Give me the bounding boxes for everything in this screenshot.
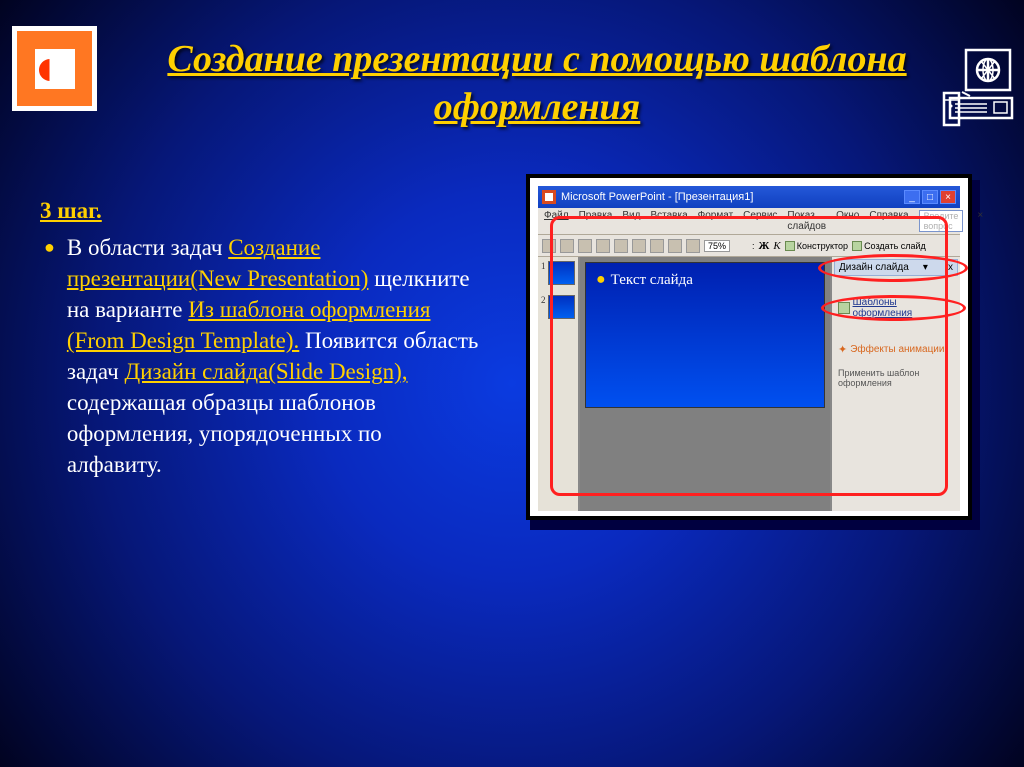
slide-bullet-icon: ● xyxy=(596,271,606,288)
current-slide[interactable]: ● Текст слайда xyxy=(585,262,825,408)
slide-title: Создание презентации с помощью шаблона о… xyxy=(150,36,924,131)
close-button[interactable]: × xyxy=(940,190,956,204)
body-paragraph: В области задач Создание презентации(New… xyxy=(67,232,480,480)
maximize-button[interactable]: □ xyxy=(922,190,938,204)
text-fragment: содержащая образцы шаблонов оформления, … xyxy=(67,390,382,477)
print-icon[interactable] xyxy=(596,239,610,253)
new-slide-button[interactable]: Создать слайд xyxy=(852,241,926,251)
designer-button[interactable]: Конструктор xyxy=(785,241,848,251)
slide-placeholder-text: Текст слайда xyxy=(611,272,693,288)
thumb-number: 2 xyxy=(541,295,546,305)
save-icon[interactable] xyxy=(578,239,592,253)
content-area: 1 2 ● Текст слайда Дизайн слайда ▾ x xyxy=(538,257,960,511)
slide-thumbnail[interactable] xyxy=(548,295,576,319)
menu-edit[interactable]: Правка xyxy=(579,210,613,232)
thumbnail-panel: 1 2 xyxy=(538,257,580,511)
body-text: 3 шаг. ● В области задач Создание презен… xyxy=(40,195,480,480)
tool-icon[interactable] xyxy=(668,239,682,253)
zoom-box[interactable]: 75% xyxy=(704,240,730,252)
animation-link: Эффекты анимации xyxy=(850,344,944,355)
window-titlebar: Microsoft PowerPoint - [Презентация1] _ … xyxy=(538,186,960,208)
task-pane-apply-label: Применить шаблон оформления xyxy=(834,365,958,391)
bullet-icon: ● xyxy=(44,232,55,480)
powerpoint-logo xyxy=(12,26,97,111)
powerpoint-logo-inner xyxy=(35,49,75,89)
menu-window[interactable]: Окно xyxy=(836,210,859,232)
task-pane-item-animation[interactable]: ✦Эффекты анимации xyxy=(834,340,958,359)
task-pane-title: Дизайн слайда xyxy=(839,262,909,273)
window-title: Microsoft PowerPoint - [Презентация1] xyxy=(561,191,753,203)
menu-bar: Файл Правка Вид Вставка Формат Сервис По… xyxy=(538,208,960,235)
menu-file[interactable]: Файл xyxy=(544,210,569,232)
open-icon[interactable] xyxy=(560,239,574,253)
tool-icon[interactable] xyxy=(614,239,628,253)
embedded-screenshot: Microsoft PowerPoint - [Презентация1] _ … xyxy=(526,174,972,520)
tool-icon[interactable] xyxy=(686,239,700,253)
app-mini-icon xyxy=(542,190,556,204)
toolbar: 75% : Ж К Конструктор Создать слайд xyxy=(538,235,960,257)
bold-button[interactable]: Ж xyxy=(759,240,770,252)
menu-view[interactable]: Вид xyxy=(622,210,640,232)
italic-button[interactable]: К xyxy=(773,240,780,252)
menu-insert[interactable]: Вставка xyxy=(650,210,687,232)
task-pane-item-templates[interactable]: Шаблоны оформления xyxy=(834,294,958,322)
tool-icon[interactable] xyxy=(632,239,646,253)
link-slide-design: Дизайн слайда(Slide Design), xyxy=(124,359,407,384)
tool-icon[interactable] xyxy=(650,239,664,253)
menu-tools[interactable]: Сервис xyxy=(743,210,777,232)
thumb-number: 1 xyxy=(541,261,546,271)
minimize-button[interactable]: _ xyxy=(904,190,920,204)
slide-editor: ● Текст слайда xyxy=(580,257,830,511)
step-label: 3 шаг. xyxy=(40,195,480,226)
computer-icon xyxy=(942,48,1014,128)
templates-link: Шаблоны оформления xyxy=(853,297,954,319)
menu-help[interactable]: Справка xyxy=(869,210,908,232)
menu-slideshow[interactable]: Показ слайдов xyxy=(787,210,826,232)
task-pane: Дизайн слайда ▾ x Шаблоны оформления ✦Эф… xyxy=(830,257,960,511)
task-pane-header[interactable]: Дизайн слайда ▾ x xyxy=(834,259,958,276)
task-pane-close[interactable]: x xyxy=(948,262,953,273)
slide-thumbnail[interactable] xyxy=(548,261,576,285)
menu-format[interactable]: Формат xyxy=(698,210,734,232)
close-x[interactable]: × xyxy=(977,210,983,232)
text-fragment: В области задач xyxy=(67,235,228,260)
help-search-box[interactable]: Введите вопрос xyxy=(919,210,964,232)
new-icon[interactable] xyxy=(542,239,556,253)
